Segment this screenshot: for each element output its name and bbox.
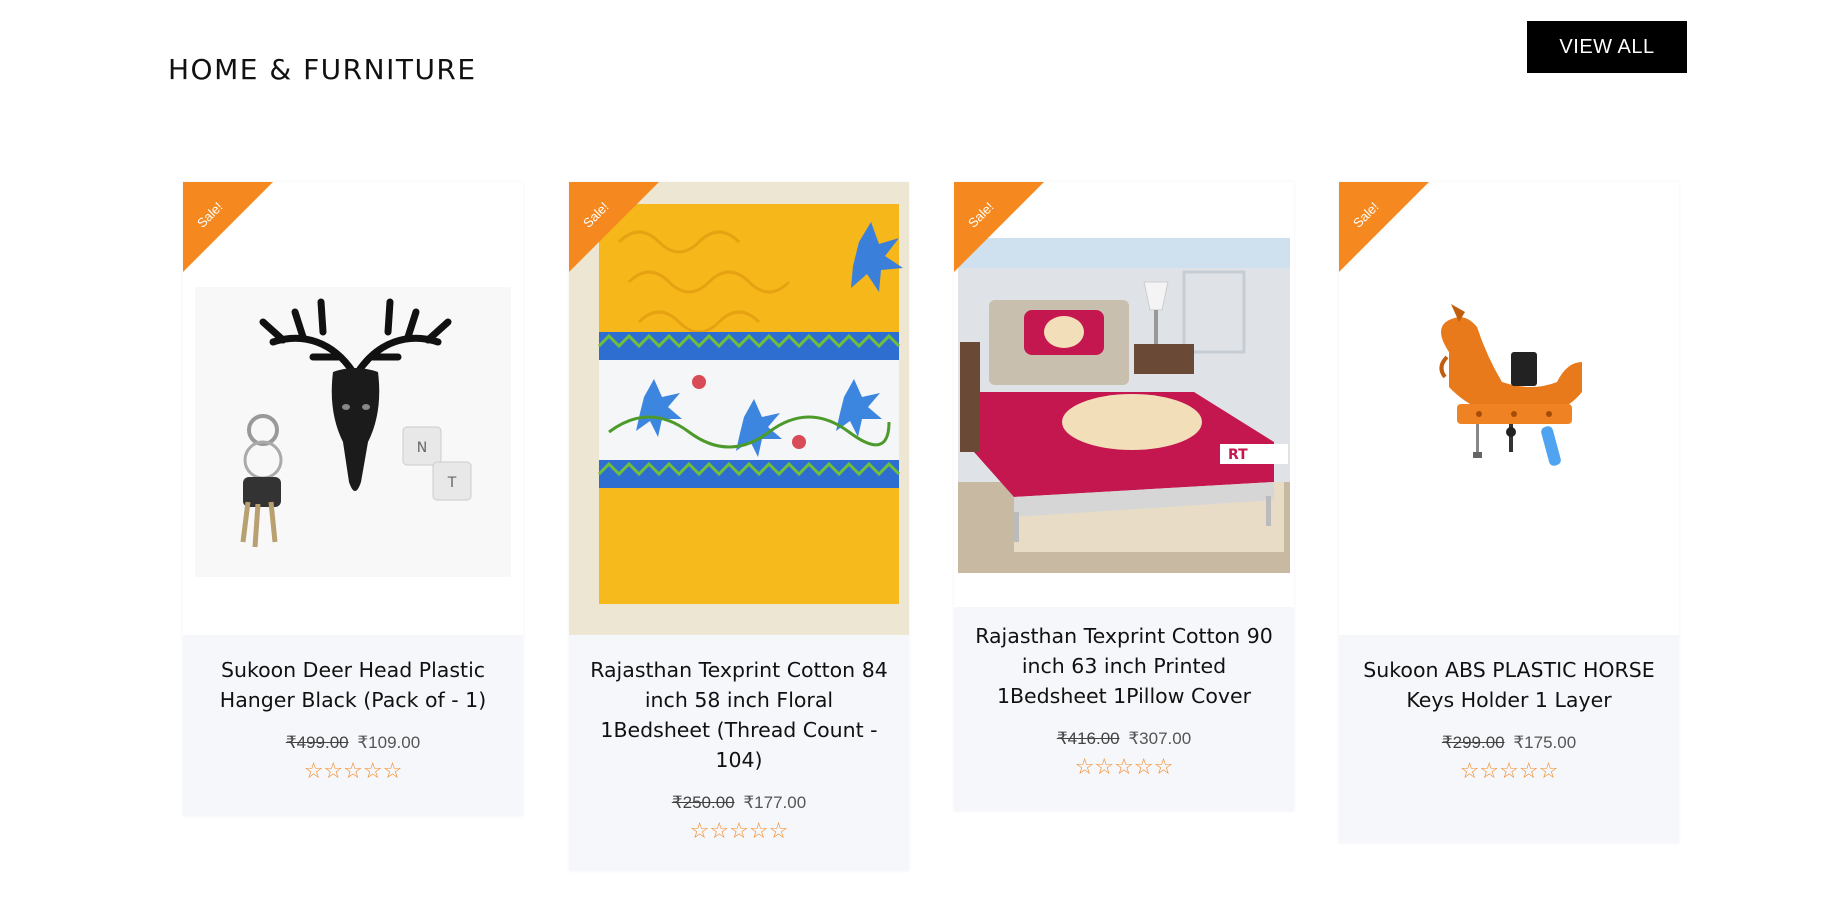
sale-price: ₹175.00 — [1513, 733, 1577, 752]
product-name[interactable]: Sukoon ABS PLASTIC HORSE Keys Holder 1 L… — [1357, 655, 1661, 715]
old-price: ₹416.00 — [1056, 729, 1120, 748]
view-all-button[interactable]: VIEW ALL — [1527, 21, 1687, 73]
sale-badge: Sale! — [954, 182, 1044, 272]
product-info: Rajasthan Texprint Cotton 90 inch 63 inc… — [954, 607, 1294, 811]
product-card[interactable]: Sale! — [183, 182, 523, 816]
sale-badge: Sale! — [183, 182, 273, 272]
product-name[interactable]: Sukoon Deer Head Plastic Hanger Black (P… — [201, 655, 505, 715]
product-info: Rajasthan Texprint Cotton 84 inch 58 inc… — [569, 635, 909, 871]
product-price: ₹416.00 ₹307.00 — [972, 729, 1276, 749]
product-info: Sukoon ABS PLASTIC HORSE Keys Holder 1 L… — [1339, 635, 1679, 843]
sale-badge: Sale! — [1339, 182, 1429, 272]
star-rating: ☆☆☆☆☆ — [1459, 759, 1559, 784]
product-card[interactable]: Sale! Sukoon ABS PLASTIC HORSE Keys Hold… — [1339, 182, 1679, 843]
old-price: ₹250.00 — [671, 793, 735, 812]
product-price: ₹499.00 ₹109.00 — [201, 733, 505, 753]
sale-price: ₹177.00 — [743, 793, 807, 812]
old-price: ₹499.00 — [285, 733, 349, 752]
product-card[interactable]: Sale! RT Rajasthan Texprint Cotton 90 in… — [954, 182, 1294, 811]
svg-text:RT: RT — [1228, 447, 1248, 463]
product-name[interactable]: Rajasthan Texprint Cotton 90 inch 63 inc… — [972, 621, 1276, 711]
section-title: HOME & FURNITURE — [168, 53, 477, 87]
product-card[interactable]: Sale! — [569, 182, 909, 871]
sale-price: ₹109.00 — [357, 733, 421, 752]
sale-price: ₹307.00 — [1128, 729, 1192, 748]
product-image[interactable]: Sale! — [569, 182, 909, 635]
product-image[interactable]: Sale! RT — [954, 182, 1294, 607]
product-image[interactable]: Sale! — [183, 182, 523, 635]
product-image[interactable]: Sale! — [1339, 182, 1679, 635]
product-info: Sukoon Deer Head Plastic Hanger Black (P… — [183, 635, 523, 816]
svg-text:T: T — [447, 475, 457, 491]
star-rating: ☆☆☆☆☆ — [303, 759, 403, 784]
product-price: ₹250.00 ₹177.00 — [587, 793, 891, 813]
star-rating: ☆☆☆☆☆ — [1074, 755, 1174, 780]
svg-text:N: N — [417, 440, 427, 456]
product-price: ₹299.00 ₹175.00 — [1357, 733, 1661, 753]
star-rating: ☆☆☆☆☆ — [689, 819, 789, 844]
sale-badge: Sale! — [569, 182, 659, 272]
old-price: ₹299.00 — [1441, 733, 1505, 752]
product-name[interactable]: Rajasthan Texprint Cotton 84 inch 58 inc… — [587, 655, 891, 775]
